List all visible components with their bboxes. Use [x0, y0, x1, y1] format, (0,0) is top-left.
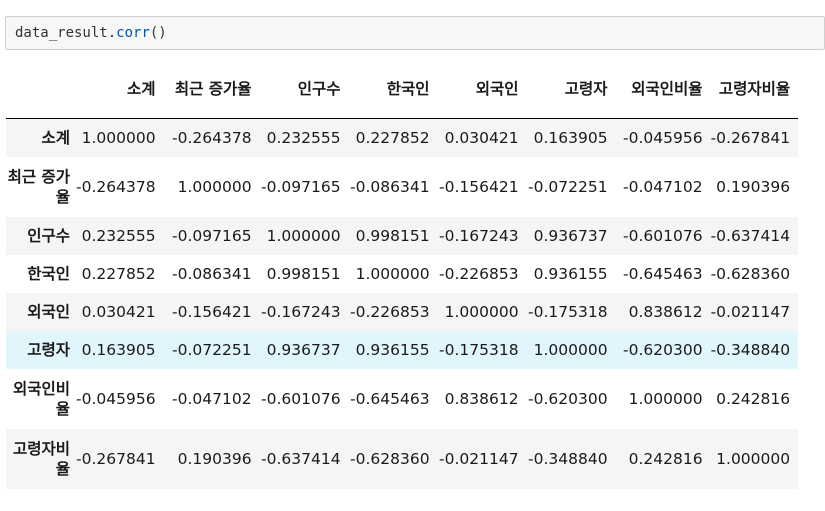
table-cell: -0.167243 — [439, 226, 519, 245]
table-cell: -0.348840 — [528, 449, 608, 468]
table-cell: -0.267841 — [76, 449, 156, 468]
table-cell: -0.086341 — [172, 264, 252, 283]
table-cell: 0.998151 — [266, 264, 341, 283]
table-row-hovered: 고령자 0.163905 -0.072251 0.936737 0.936155… — [6, 330, 799, 369]
correlation-table: 소계 최근 증가율 인구수 한국인 외국인 고령자 외국인비율 고령자비율 소계… — [6, 60, 799, 489]
table-cell: 1.000000 — [266, 226, 341, 245]
row-header: 인구수 — [27, 226, 70, 245]
table-cell: -0.175318 — [439, 340, 519, 359]
row-header: 외국인비율 — [12, 379, 70, 418]
table-cell: 1.000000 — [533, 340, 608, 359]
table-cell: 0.998151 — [355, 226, 430, 245]
table-cell: 0.163905 — [533, 128, 608, 147]
table-cell: 1.000000 — [444, 302, 519, 321]
row-header: 한국인 — [27, 264, 70, 283]
column-header: 한국인 — [348, 60, 438, 119]
table-cell: 0.190396 — [716, 177, 791, 196]
table-cell: -0.348840 — [710, 340, 791, 359]
table-cell: 0.838612 — [444, 389, 519, 408]
table-cell: 1.000000 — [716, 449, 791, 468]
table-cell: 0.936737 — [266, 340, 341, 359]
code-object: data_result — [15, 25, 108, 41]
table-cell: -0.047102 — [623, 177, 703, 196]
table-cell: -0.156421 — [439, 177, 519, 196]
table-cell: 1.000000 — [81, 128, 156, 147]
table-cell: -0.267841 — [710, 128, 791, 147]
table-row: 외국인비율 -0.045956 -0.047102 -0.601076 -0.6… — [6, 368, 799, 429]
table-cell: 0.227852 — [355, 128, 430, 147]
output-area: 소계 최근 증가율 인구수 한국인 외국인 고령자 외국인비율 고령자비율 소계… — [6, 60, 799, 489]
table-cell: -0.021147 — [710, 302, 791, 321]
table-cell: -0.175318 — [528, 302, 608, 321]
table-cell: -0.628360 — [350, 449, 430, 468]
table-cell: 0.030421 — [81, 302, 156, 321]
table-cell: 0.242816 — [716, 389, 791, 408]
table-row: 고령자비율 -0.267841 0.190396 -0.637414 -0.62… — [6, 428, 799, 489]
table-cell: -0.021147 — [439, 449, 519, 468]
table-cell: -0.167243 — [261, 302, 341, 321]
table-cell: -0.045956 — [623, 128, 703, 147]
table-cell: -0.637414 — [710, 226, 791, 245]
table-row: 인구수 0.232555 -0.097165 1.000000 0.998151… — [6, 216, 799, 255]
table-cell: -0.045956 — [76, 389, 156, 408]
table-cell: 0.030421 — [444, 128, 519, 147]
code-parens: () — [149, 25, 167, 41]
table-cell: 0.936155 — [355, 340, 430, 359]
table-cell: -0.072251 — [172, 340, 252, 359]
table-cell: -0.086341 — [350, 177, 430, 196]
row-header: 소계 — [41, 128, 70, 147]
table-cell: -0.601076 — [623, 226, 703, 245]
table-cell: -0.637414 — [261, 449, 341, 468]
table-cell: 0.163905 — [81, 340, 156, 359]
column-header: 소계 — [76, 60, 164, 119]
column-header: 인구수 — [259, 60, 349, 119]
table-cell: -0.620300 — [528, 389, 608, 408]
column-header: 최근 증가율 — [163, 60, 260, 119]
corner-header — [6, 60, 76, 119]
row-header: 고령자 — [27, 340, 70, 359]
column-header: 외국인비율 — [615, 60, 711, 119]
table-cell: 1.000000 — [628, 389, 703, 408]
table-cell: -0.047102 — [172, 389, 252, 408]
column-header: 고령자비율 — [710, 60, 799, 119]
table-cell: -0.620300 — [623, 340, 703, 359]
column-header: 외국인 — [437, 60, 527, 119]
table-cell: 1.000000 — [177, 177, 252, 196]
table-cell: -0.226853 — [439, 264, 519, 283]
table-cell: 0.242816 — [628, 449, 703, 468]
header-row: 소계 최근 증가율 인구수 한국인 외국인 고령자 외국인비율 고령자비율 — [6, 60, 799, 119]
row-header: 고령자비율 — [12, 439, 70, 478]
table-cell: 0.227852 — [81, 264, 156, 283]
table-cell: -0.645463 — [623, 264, 703, 283]
row-header: 외국인 — [27, 302, 70, 321]
table-cell: -0.097165 — [172, 226, 252, 245]
table-cell: 0.936737 — [533, 226, 608, 245]
table-row: 외국인 0.030421 -0.156421 -0.167243 -0.2268… — [6, 292, 799, 331]
table-cell: -0.156421 — [172, 302, 252, 321]
table-cell: 0.232555 — [266, 128, 341, 147]
row-header: 최근 증가율 — [7, 167, 70, 206]
column-header: 고령자 — [526, 60, 616, 119]
code-line[interactable]: data_result.corr() — [15, 25, 167, 41]
code-dot: . — [107, 25, 117, 41]
table-cell: -0.072251 — [528, 177, 608, 196]
table-cell: -0.601076 — [261, 389, 341, 408]
table-cell: 0.190396 — [177, 449, 252, 468]
table-cell: 0.838612 — [628, 302, 703, 321]
table-cell: 1.000000 — [355, 264, 430, 283]
code-input-cell[interactable]: data_result.corr() — [5, 16, 825, 50]
table-cell: -0.226853 — [350, 302, 430, 321]
table-cell: -0.264378 — [76, 177, 156, 196]
table-cell: -0.097165 — [261, 177, 341, 196]
table-row: 최근 증가율 -0.264378 1.000000 -0.097165 -0.0… — [6, 156, 799, 217]
code-method: corr — [116, 25, 150, 41]
table-cell: 0.936155 — [533, 264, 608, 283]
table-row: 한국인 0.227852 -0.086341 0.998151 1.000000… — [6, 254, 799, 293]
table-cell: -0.264378 — [172, 128, 252, 147]
table-row: 소계 1.000000 -0.264378 0.232555 0.227852 … — [6, 118, 799, 157]
table-cell: -0.645463 — [350, 389, 430, 408]
table-cell: 0.232555 — [81, 226, 156, 245]
table-cell: -0.628360 — [710, 264, 791, 283]
